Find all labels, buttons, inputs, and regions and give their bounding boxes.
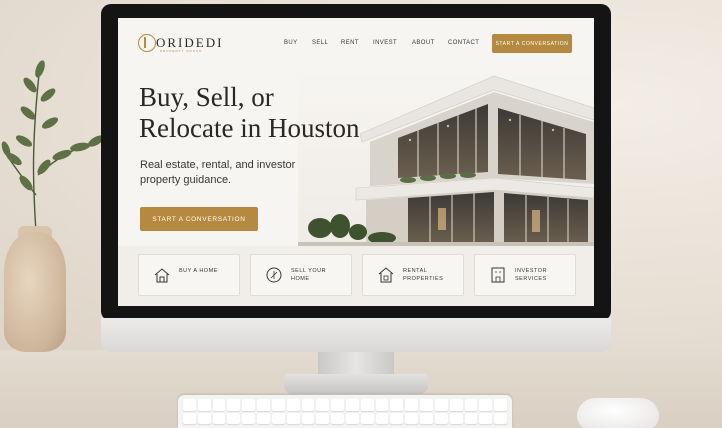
service-card-rental[interactable]: RENTAL PROPERTIES <box>362 254 464 296</box>
website-screen: ORIDEDI PROPERTY GROUP BUY SELL RENT INV… <box>118 18 594 306</box>
logo-mark-icon <box>138 34 156 52</box>
hero-subtitle-line-1: Real estate, rental, and investor <box>140 159 296 171</box>
nav-item-invest[interactable]: INVEST <box>373 40 397 50</box>
nav-item-buy[interactable]: BUY <box>284 40 298 50</box>
monitor-chin <box>101 318 611 352</box>
hero-subtitle: Real estate, rental, and investor proper… <box>140 158 350 188</box>
hero-subtitle-line-2: property guidance. <box>140 174 232 186</box>
nav-item-rent[interactable]: RENT <box>341 40 359 50</box>
brand-logo[interactable]: ORIDEDI PROPERTY GROUP <box>138 34 238 56</box>
plant-decoration <box>1 60 105 234</box>
keyboard <box>178 395 512 428</box>
service-label: RENTAL PROPERTIES <box>403 268 444 282</box>
nav-item-contact[interactable]: CONTACT <box>448 40 479 50</box>
rental-icon <box>378 267 394 283</box>
nav-item-about[interactable]: ABOUT <box>412 40 435 50</box>
hero-title-line-2: Relocate in Houston <box>139 113 360 143</box>
monitor-stand-base <box>284 374 428 394</box>
service-card-buy[interactable]: BUY A HOME <box>138 254 240 296</box>
vase <box>4 232 66 352</box>
nav-item-sell[interactable]: SELL <box>312 40 328 50</box>
brand-tagline: PROPERTY GROUP <box>160 49 203 53</box>
service-card-sell[interactable]: SELL YOUR HOME <box>250 254 352 296</box>
building-icon <box>491 267 505 283</box>
tag-icon <box>266 267 282 283</box>
top-navigation: ORIDEDI PROPERTY GROUP BUY SELL RENT INV… <box>118 18 594 66</box>
service-label: BUY A HOME <box>179 268 218 274</box>
service-label: SELL YOUR HOME <box>291 268 327 282</box>
monitor-stand-neck <box>318 352 394 376</box>
mouse <box>577 398 659 428</box>
house-icon <box>154 268 170 283</box>
services-strip: BUY A HOME SELL YOUR HOME RENTAL PROPERT… <box>118 246 594 306</box>
hero-title: Buy, Sell, or Relocate in Houston <box>139 82 379 144</box>
hero-title-line-1: Buy, Sell, or <box>139 82 274 112</box>
start-conversation-button-hero[interactable]: START A CONVERSATION <box>140 207 258 231</box>
start-conversation-button-nav[interactable]: START A CONVERSATION <box>492 34 572 53</box>
service-label: INVESTOR SERVICES <box>515 268 548 282</box>
service-card-investor[interactable]: INVESTOR SERVICES <box>474 254 576 296</box>
